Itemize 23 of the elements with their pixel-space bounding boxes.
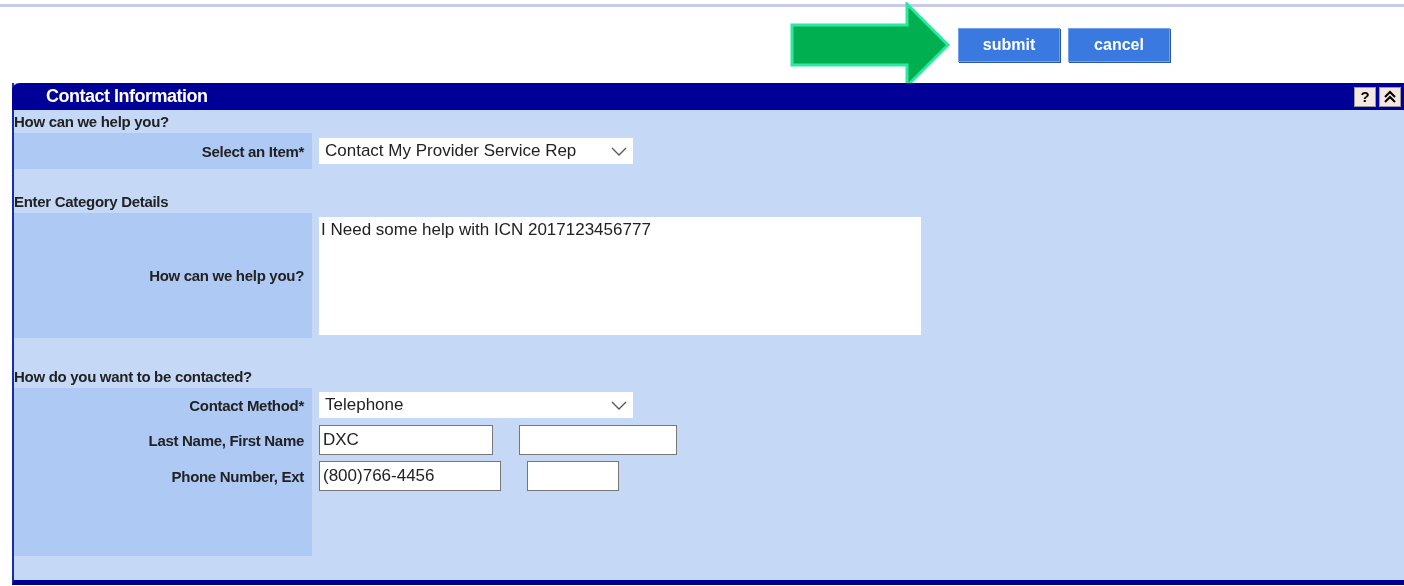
panel-title: Contact Information xyxy=(46,86,209,107)
text-input[interactable] xyxy=(519,425,677,455)
text-input[interactable]: (800)766-4456 xyxy=(319,461,501,491)
field-label: Phone Number, Ext xyxy=(14,458,312,494)
help-button[interactable]: ? xyxy=(1354,86,1376,107)
field-label: Contact Method* xyxy=(14,388,312,422)
cancel-button[interactable]: cancel xyxy=(1068,28,1170,62)
section-heading: How can we help you? xyxy=(14,112,170,132)
section-heading: How do you want to be contacted? xyxy=(14,367,253,387)
text-input[interactable] xyxy=(527,461,619,491)
field-label: Last Name, First Name xyxy=(14,422,312,458)
select-dropdown[interactable]: Contact My Provider Service Rep xyxy=(319,138,633,164)
field-label: How can we help you? xyxy=(14,213,312,338)
double-chevron-up-icon xyxy=(1384,89,1396,104)
select-dropdown[interactable]: Telephone xyxy=(319,392,633,418)
text-input[interactable]: DXC xyxy=(319,425,493,455)
collapse-button[interactable] xyxy=(1379,86,1401,107)
section-heading: Enter Category Details xyxy=(14,192,170,212)
submit-button[interactable]: submit xyxy=(958,28,1060,62)
field-label: Select an Item* xyxy=(14,133,312,169)
chevron-down-icon xyxy=(611,400,627,410)
chevron-down-icon xyxy=(611,146,627,156)
text-area[interactable]: I Need some help with ICN 2017123456777 xyxy=(319,217,921,335)
